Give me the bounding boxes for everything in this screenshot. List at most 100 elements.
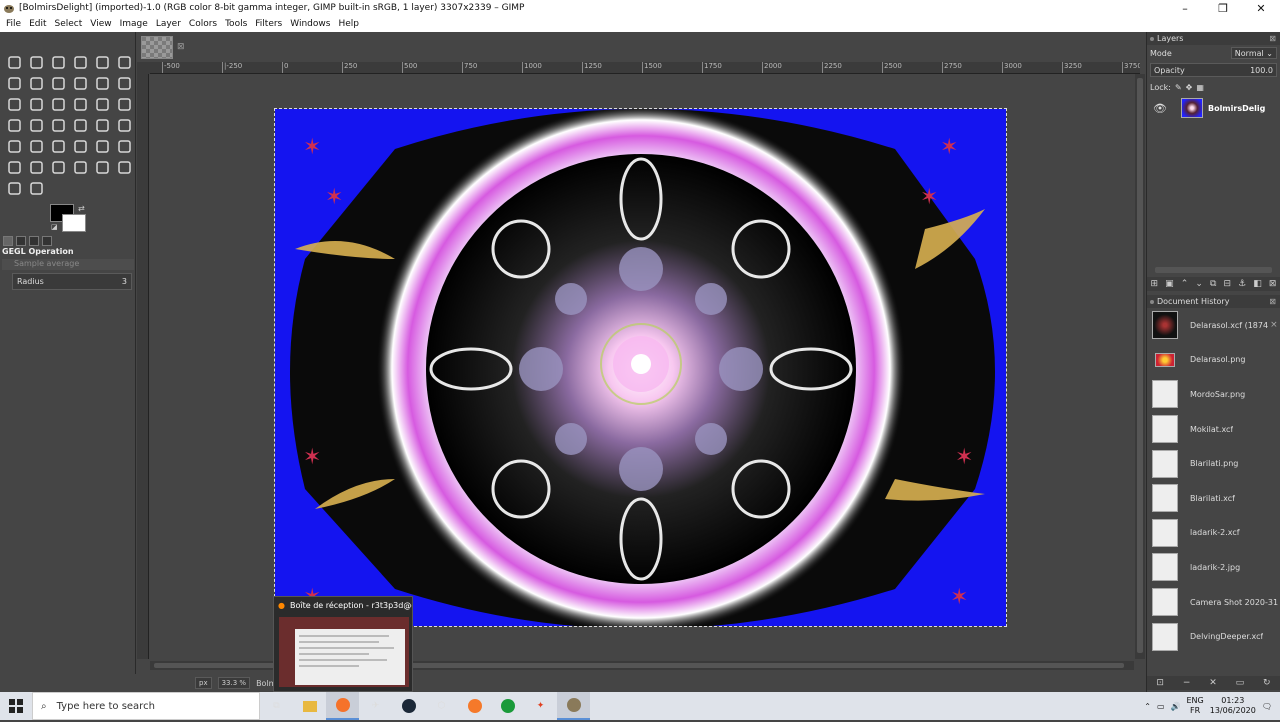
mode-select[interactable]: Normal ⌄: [1230, 47, 1277, 59]
blender-icon[interactable]: [458, 692, 491, 720]
open-history-icon[interactable]: ⊡: [1156, 678, 1164, 688]
tool-move-icon[interactable]: [113, 73, 135, 94]
taskbar-preview-popup[interactable]: ● Boîte de réception - r3t3p3d@g...: [273, 596, 413, 692]
tool-warp-icon[interactable]: [47, 115, 69, 136]
tool-fuzzy-select-icon[interactable]: [69, 52, 91, 73]
device-status-tab[interactable]: [16, 236, 26, 246]
lower-layer-icon[interactable]: ⌄: [1195, 279, 1203, 289]
tool-free-select-icon[interactable]: [47, 52, 69, 73]
tool-ellipse-select-icon[interactable]: [25, 52, 47, 73]
volume-icon[interactable]: 🔊: [1171, 702, 1181, 711]
new-group-icon[interactable]: ▣: [1165, 279, 1174, 289]
tool-scale-icon[interactable]: [91, 94, 113, 115]
menu-tools[interactable]: Tools: [221, 19, 251, 29]
duplicate-layer-icon[interactable]: ⧉: [1210, 279, 1216, 289]
tool-bucket-fill-icon[interactable]: [3, 136, 25, 157]
swap-colors-icon[interactable]: ⇄: [78, 204, 85, 213]
tool-rotate-icon[interactable]: [69, 94, 91, 115]
tool-cage-icon[interactable]: [91, 115, 113, 136]
remove-history-icon[interactable]: −: [1183, 678, 1191, 688]
tool-unified-transform-icon[interactable]: [47, 94, 69, 115]
reset-colors-icon[interactable]: ◪: [51, 223, 58, 231]
close-button[interactable]: ✕: [1242, 0, 1280, 16]
undo-history-tab[interactable]: [29, 236, 39, 246]
horizontal-ruler[interactable]: -500 |-250 0 250 500 750 1000 1250 1500 1750 2000 2…: [150, 62, 1140, 74]
history-item[interactable]: Mokilat.xcf: [1147, 412, 1280, 447]
tool-shear-icon[interactable]: [113, 94, 135, 115]
unit-selector[interactable]: px: [195, 677, 212, 689]
history-item-close-icon[interactable]: ×: [1270, 320, 1278, 330]
clear-history-icon[interactable]: ✕: [1209, 678, 1217, 688]
sample-average-option[interactable]: Sample average: [2, 259, 134, 270]
language-indicator[interactable]: ENG FR: [1186, 696, 1203, 716]
start-button[interactable]: [0, 692, 32, 720]
zoom-selector[interactable]: 33.3 %: [217, 677, 251, 689]
image-canvas[interactable]: ✶✶ ✶✶ ✶✶ ✶✶: [274, 108, 1007, 627]
tool-eraser-icon[interactable]: [91, 136, 113, 157]
tool-handle-transform-icon[interactable]: [69, 115, 91, 136]
vertical-scrollbar[interactable]: [1135, 74, 1145, 659]
tool-paintbrush-icon[interactable]: [69, 136, 91, 157]
tool-flip-icon[interactable]: [3, 115, 25, 136]
new-layer-icon[interactable]: ⊞: [1151, 279, 1159, 289]
lock-pixels-icon[interactable]: ✎: [1175, 83, 1182, 92]
opacity-value[interactable]: 100.0: [1250, 66, 1273, 75]
visibility-eye-icon[interactable]: 👁: [1153, 102, 1167, 115]
tool-airbrush-icon[interactable]: [113, 136, 135, 157]
ruler-corner[interactable]: [137, 62, 150, 74]
tool-measure-icon[interactable]: [91, 73, 113, 94]
tool-pencil-icon[interactable]: [47, 136, 69, 157]
tool-foreground-select-icon[interactable]: [3, 73, 25, 94]
clock[interactable]: 01:23 13/06/2020: [1210, 696, 1256, 716]
tool-mypaint-icon[interactable]: [25, 157, 47, 178]
tool-scissors-select-icon[interactable]: [113, 52, 135, 73]
merge-layer-icon[interactable]: ⊟: [1224, 279, 1232, 289]
layer-row[interactable]: 👁 BolmirsDelig: [1147, 95, 1280, 121]
refresh-history-icon[interactable]: ↻: [1263, 678, 1271, 688]
steam-icon[interactable]: [392, 692, 425, 720]
tool-perspective-clone-icon[interactable]: [91, 157, 113, 178]
layers-panel-close-icon[interactable]: ⊠: [1269, 34, 1276, 43]
tool-ink-icon[interactable]: [3, 157, 25, 178]
firefox-taskbar-icon[interactable]: [326, 692, 359, 720]
tool-text-icon[interactable]: [113, 115, 135, 136]
file-explorer-icon[interactable]: [293, 692, 326, 720]
maximize-button[interactable]: ❐: [1204, 0, 1242, 16]
close-image-tab-icon[interactable]: ⊠: [177, 42, 185, 52]
tool-clone-icon[interactable]: [47, 157, 69, 178]
tool-smudge-icon[interactable]: [3, 178, 25, 199]
radius-spinner[interactable]: Radius 3: [12, 273, 132, 290]
tool-rect-select-icon[interactable]: [3, 52, 25, 73]
vertical-ruler[interactable]: [137, 74, 149, 659]
red-app-icon[interactable]: ✦: [524, 692, 557, 720]
tool-blend-icon[interactable]: [25, 136, 47, 157]
menu-windows[interactable]: Windows: [286, 19, 334, 29]
menu-image[interactable]: Image: [116, 19, 152, 29]
background-color-swatch[interactable]: [62, 214, 86, 232]
images-tab[interactable]: [42, 236, 52, 246]
tool-dodge-burn-icon[interactable]: [25, 178, 47, 199]
history-item[interactable]: Delarasol.png: [1147, 343, 1280, 378]
radius-value[interactable]: 3: [122, 277, 127, 286]
menu-help[interactable]: Help: [334, 19, 363, 29]
opacity-slider[interactable]: Opacity 100.0: [1150, 63, 1277, 77]
menu-edit[interactable]: Edit: [25, 19, 50, 29]
history-item[interactable]: Camera Shot 2020-31: [1147, 585, 1280, 620]
menu-file[interactable]: File: [2, 19, 25, 29]
cube-app-icon[interactable]: ⬡: [425, 692, 458, 720]
lock-alpha-icon[interactable]: ▦: [1196, 83, 1204, 92]
menu-filters[interactable]: Filters: [251, 19, 286, 29]
tool-perspective-icon[interactable]: [25, 115, 47, 136]
tool-crop-icon[interactable]: [25, 94, 47, 115]
menu-colors[interactable]: Colors: [185, 19, 221, 29]
history-item[interactable]: MordoSar.png: [1147, 377, 1280, 412]
menu-select[interactable]: Select: [51, 19, 87, 29]
menu-layer[interactable]: Layer: [152, 19, 185, 29]
task-view-icon[interactable]: ⧉: [260, 692, 293, 720]
history-item[interactable]: ladarik-2.xcf: [1147, 516, 1280, 551]
history-panel-close-icon[interactable]: ⊠: [1269, 297, 1276, 306]
history-item[interactable]: Blarilati.xcf: [1147, 481, 1280, 516]
history-item[interactable]: Blarilati.png: [1147, 446, 1280, 481]
tool-paths-icon[interactable]: [25, 73, 47, 94]
tool-heal-icon[interactable]: [69, 157, 91, 178]
